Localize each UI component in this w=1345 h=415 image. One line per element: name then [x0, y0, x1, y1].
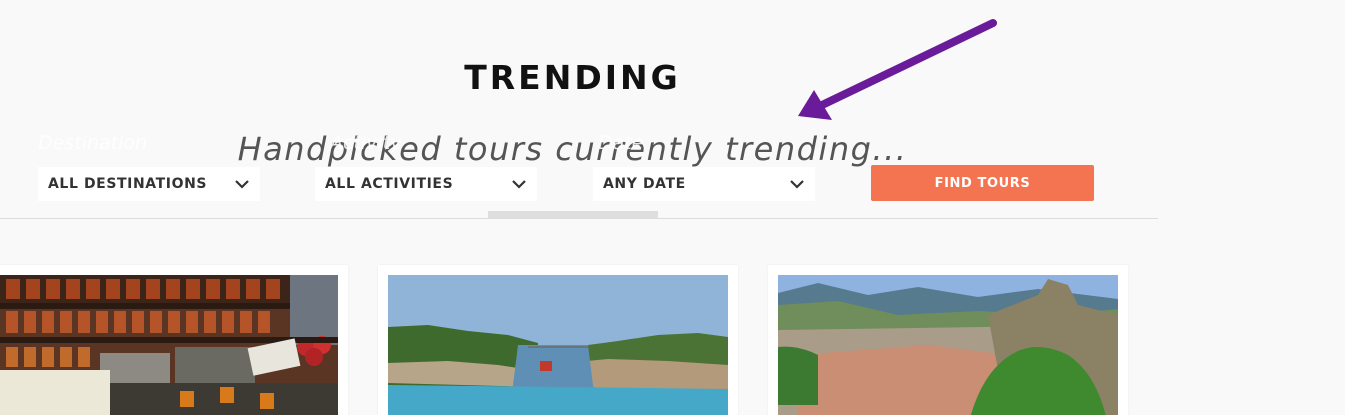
corinth-canal-photo: [388, 275, 728, 415]
annotation-arrow-icon: [798, 19, 997, 120]
tour-card[interactable]: [378, 265, 738, 415]
greek-market-spices-photo: [0, 275, 338, 415]
activity-select-value: ALL ACTIVITIES: [325, 176, 454, 192]
destination-select-value: ALL DESTINATIONS: [48, 176, 208, 192]
chevron-down-icon: [512, 180, 526, 189]
chevron-down-icon: [790, 180, 804, 189]
trending-tours-page: TRENDING Handpicked tours currently tren…: [0, 0, 1345, 415]
date-select-value: ANY DATE: [603, 176, 686, 192]
date-select[interactable]: ANY DATE: [593, 167, 815, 201]
find-tours-button[interactable]: FIND TOURS: [871, 165, 1094, 201]
meteora-kalambaka-photo: [778, 275, 1118, 415]
tour-card[interactable]: [0, 265, 348, 415]
drag-handle[interactable]: [488, 211, 658, 219]
tour-card[interactable]: [768, 265, 1128, 415]
activity-label: Activity: [330, 132, 402, 154]
activity-select[interactable]: ALL ACTIVITIES: [315, 167, 537, 201]
destination-select[interactable]: ALL DESTINATIONS: [38, 167, 260, 201]
destination-label: Destination: [38, 132, 148, 154]
date-label: Date: [598, 132, 644, 154]
section-subtitle: Handpicked tours currently trending...: [237, 130, 908, 168]
chevron-down-icon: [235, 180, 249, 189]
